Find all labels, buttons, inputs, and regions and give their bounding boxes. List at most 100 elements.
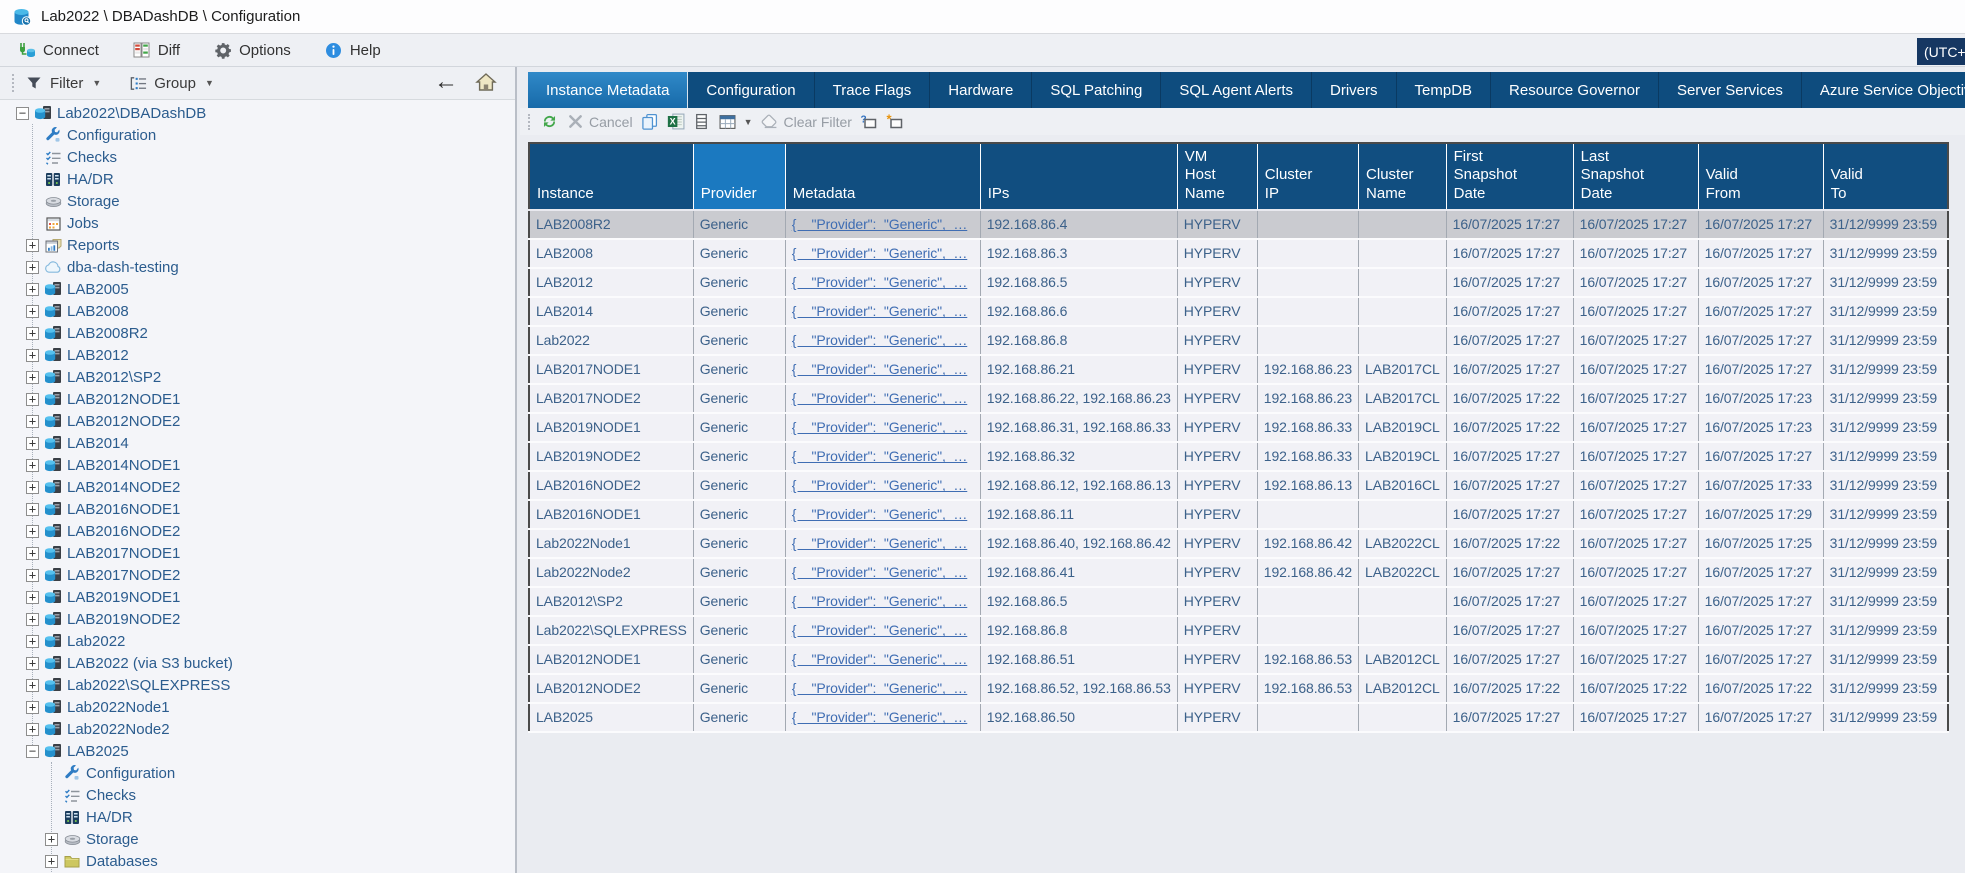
copy-button[interactable]: [641, 113, 659, 131]
cell-last-snapshot-date[interactable]: 16/07/2025 17:27: [1573, 441, 1699, 472]
cell-first-snapshot-date[interactable]: 16/07/2025 17:27: [1446, 296, 1574, 327]
cell-vm-host-name[interactable]: HYPERV: [1177, 412, 1258, 443]
tree-item-configuration[interactable]: Configuration: [0, 124, 513, 146]
cell-provider[interactable]: Generic: [693, 354, 786, 385]
tree-item-lab2014node1[interactable]: + LAB2014NODE1: [0, 454, 513, 476]
cell-first-snapshot-date[interactable]: 16/07/2025 17:22: [1446, 528, 1574, 559]
cell-cluster-name[interactable]: LAB2022CL: [1358, 557, 1447, 588]
tree-item-storage[interactable]: + Storage: [0, 828, 513, 850]
table-row-lab2017node1[interactable]: LAB2017NODE1 Generic { "Provider": "Generi…: [529, 354, 1949, 385]
cell-cluster-ip[interactable]: 192.168.86.23: [1257, 354, 1360, 385]
cell-valid-from[interactable]: 16/07/2025 17:27: [1698, 702, 1824, 733]
cell-cluster-ip[interactable]: [1257, 209, 1360, 240]
cell-vm-host-name[interactable]: HYPERV: [1177, 673, 1258, 704]
cell-vm-host-name[interactable]: HYPERV: [1177, 209, 1258, 240]
table-row-lab2008[interactable]: LAB2008 Generic { "Provider": "Generic", ……: [529, 238, 1949, 269]
cell-valid-to[interactable]: 31/12/9999 23:59: [1823, 615, 1949, 646]
metadata-link[interactable]: { "Provider": "Generic", …: [792, 477, 968, 493]
cell-vm-host-name[interactable]: HYPERV: [1177, 441, 1258, 472]
cell-valid-from[interactable]: 16/07/2025 17:27: [1698, 238, 1824, 269]
cell-cluster-name[interactable]: LAB2012CL: [1358, 644, 1447, 675]
metadata-link[interactable]: { "Provider": "Generic", …: [792, 419, 968, 435]
metadata-link[interactable]: { "Provider": "Generic", …: [792, 535, 968, 551]
cell-cluster-name[interactable]: LAB2022CL: [1358, 528, 1447, 559]
metadata-link[interactable]: { "Provider": "Generic", …: [792, 274, 968, 290]
new-layout-button[interactable]: *: [886, 113, 904, 131]
cell-cluster-ip[interactable]: 192.168.86.53: [1257, 673, 1360, 704]
expand-plus-icon[interactable]: +: [26, 480, 39, 494]
metadata-link[interactable]: { "Provider": "Generic", …: [792, 564, 968, 580]
help-button[interactable]: Help: [325, 42, 381, 59]
cell-cluster-ip[interactable]: [1257, 325, 1360, 356]
expand-plus-icon[interactable]: +: [26, 546, 39, 560]
metadata-link[interactable]: { "Provider": "Generic", …: [792, 709, 968, 725]
column-header-last-snapshot-date[interactable]: Last Snapshot Date: [1573, 143, 1699, 211]
cell-cluster-name[interactable]: [1358, 499, 1447, 530]
cell-last-snapshot-date[interactable]: 16/07/2025 17:27: [1573, 528, 1699, 559]
cell-last-snapshot-date[interactable]: 16/07/2025 17:27: [1573, 412, 1699, 443]
cell-metadata[interactable]: { "Provider": "Generic", …: [785, 412, 981, 443]
cell-first-snapshot-date[interactable]: 16/07/2025 17:27: [1446, 238, 1574, 269]
cell-valid-to[interactable]: 31/12/9999 23:59: [1823, 412, 1949, 443]
load-layout-button[interactable]: ?: [860, 113, 878, 131]
cell-instance[interactable]: LAB2008R2: [529, 209, 694, 240]
expand-plus-icon[interactable]: +: [26, 392, 39, 406]
cell-ips[interactable]: 192.168.86.50: [980, 702, 1178, 733]
cell-last-snapshot-date[interactable]: 16/07/2025 17:27: [1573, 470, 1699, 501]
expand-plus-icon[interactable]: +: [26, 700, 39, 714]
cell-metadata[interactable]: { "Provider": "Generic", …: [785, 325, 981, 356]
table-row-lab2019node2[interactable]: LAB2019NODE2 Generic { "Provider": "Generi…: [529, 441, 1949, 472]
cell-cluster-ip[interactable]: [1257, 238, 1360, 269]
cancel-button[interactable]: Cancel: [566, 113, 633, 131]
table-row-lab2012[interactable]: LAB2012 Generic { "Provider": "Generic", ……: [529, 267, 1949, 298]
cell-ips[interactable]: 192.168.86.52, 192.168.86.53: [980, 673, 1178, 704]
cell-instance[interactable]: LAB2012: [529, 267, 694, 298]
metadata-link[interactable]: { "Provider": "Generic", …: [792, 390, 968, 406]
cell-vm-host-name[interactable]: HYPERV: [1177, 267, 1258, 298]
metadata-link[interactable]: { "Provider": "Generic", …: [792, 245, 968, 261]
cell-cluster-ip[interactable]: 192.168.86.33: [1257, 441, 1360, 472]
cell-first-snapshot-date[interactable]: 16/07/2025 17:27: [1446, 470, 1574, 501]
cell-first-snapshot-date[interactable]: 16/07/2025 17:27: [1446, 354, 1574, 385]
cell-first-snapshot-date[interactable]: 16/07/2025 17:27: [1446, 441, 1574, 472]
metadata-link[interactable]: { "Provider": "Generic", …: [792, 680, 968, 696]
cell-provider[interactable]: Generic: [693, 470, 786, 501]
metadata-link[interactable]: { "Provider": "Generic", …: [792, 448, 968, 464]
cell-ips[interactable]: 192.168.86.3: [980, 238, 1178, 269]
tree-item-checks[interactable]: Checks: [0, 784, 513, 806]
cell-cluster-ip[interactable]: 192.168.86.33: [1257, 412, 1360, 443]
cell-cluster-name[interactable]: [1358, 267, 1447, 298]
cell-last-snapshot-date[interactable]: 16/07/2025 17:27: [1573, 557, 1699, 588]
cell-valid-from[interactable]: 16/07/2025 17:27: [1698, 267, 1824, 298]
tree-item-configuration[interactable]: Configuration: [0, 762, 513, 784]
expand-plus-icon[interactable]: +: [26, 590, 39, 604]
metadata-link[interactable]: { "Provider": "Generic", …: [792, 593, 968, 609]
collapse-panel-button[interactable]: ←: [431, 68, 461, 95]
group-button[interactable]: Group ▼: [129, 75, 214, 92]
cell-last-snapshot-date[interactable]: 16/07/2025 17:27: [1573, 644, 1699, 675]
cell-ips[interactable]: 192.168.86.21: [980, 354, 1178, 385]
cell-valid-to[interactable]: 31/12/9999 23:59: [1823, 238, 1949, 269]
cell-metadata[interactable]: { "Provider": "Generic", …: [785, 673, 981, 704]
cell-cluster-name[interactable]: LAB2012CL: [1358, 673, 1447, 704]
cell-provider[interactable]: Generic: [693, 267, 786, 298]
cell-last-snapshot-date[interactable]: 16/07/2025 17:27: [1573, 702, 1699, 733]
table-row-lab2014[interactable]: LAB2014 Generic { "Provider": "Generic", ……: [529, 296, 1949, 327]
cell-vm-host-name[interactable]: HYPERV: [1177, 383, 1258, 414]
expand-plus-icon[interactable]: +: [26, 612, 39, 626]
tree-item-lab2017node2[interactable]: + LAB2017NODE2: [0, 564, 513, 586]
cell-ips[interactable]: 192.168.86.41: [980, 557, 1178, 588]
cell-metadata[interactable]: { "Provider": "Generic", …: [785, 702, 981, 733]
cell-metadata[interactable]: { "Provider": "Generic", …: [785, 644, 981, 675]
cell-cluster-ip[interactable]: 192.168.86.23: [1257, 383, 1360, 414]
cell-cluster-name[interactable]: LAB2019CL: [1358, 441, 1447, 472]
cell-cluster-name[interactable]: [1358, 238, 1447, 269]
table-row-lab2022-sqlexpress[interactable]: Lab2022\SQLEXPRESS Generic { "Provider": "…: [529, 615, 1949, 646]
cell-instance[interactable]: LAB2019NODE2: [529, 441, 694, 472]
cell-vm-host-name[interactable]: HYPERV: [1177, 325, 1258, 356]
metadata-link[interactable]: { "Provider": "Generic", …: [792, 622, 968, 638]
metadata-link[interactable]: { "Provider": "Generic", …: [792, 361, 968, 377]
table-row-lab2012-sp2[interactable]: LAB2012\SP2 Generic { "Provider": "Generic…: [529, 586, 1949, 617]
cell-ips[interactable]: 192.168.86.51: [980, 644, 1178, 675]
cell-instance[interactable]: LAB2016NODE1: [529, 499, 694, 530]
